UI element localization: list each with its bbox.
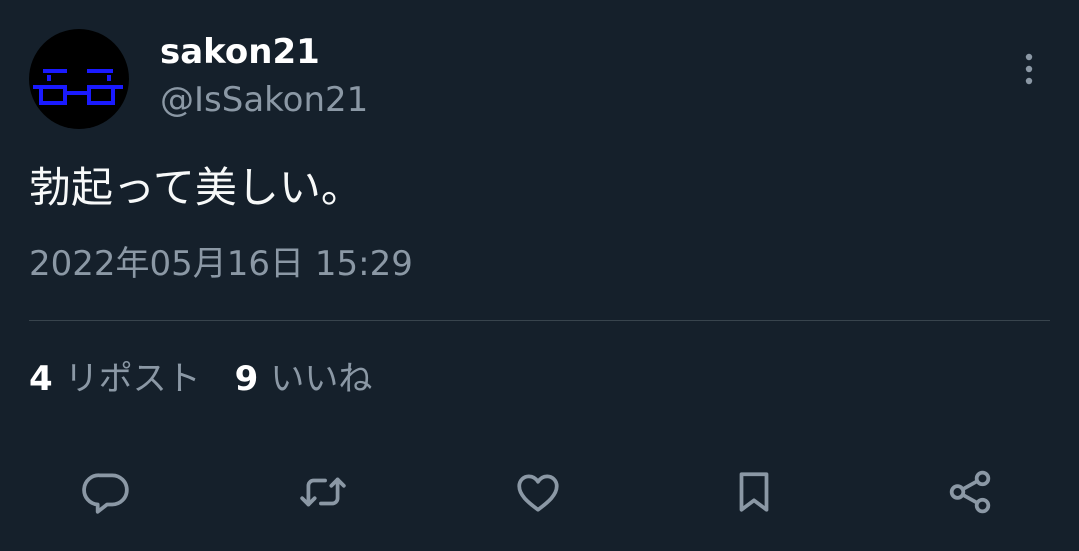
bookmark-icon [739, 472, 769, 512]
more-vertical-icon[interactable] [1012, 50, 1046, 90]
share-button[interactable] [943, 465, 997, 519]
like-button[interactable] [511, 465, 565, 519]
reposts-stat[interactable]: 4 リポスト [29, 355, 201, 403]
repost-icon [300, 477, 346, 507]
reposts-count: 4 [29, 359, 53, 399]
engagement-stats: 4 リポスト 9 いいね [29, 355, 372, 403]
glasses-avatar-icon [33, 69, 123, 105]
likes-stat[interactable]: 9 いいね [235, 355, 373, 403]
tweet-text: 勃起って美しい。 [29, 163, 363, 212]
likes-label: いいね [270, 359, 373, 399]
repost-button[interactable] [296, 465, 350, 519]
display-name[interactable]: sakon21 [160, 30, 320, 74]
tweet-timestamp[interactable]: 2022年05月16日 15:29 [29, 240, 413, 288]
divider [29, 320, 1050, 321]
reply-button[interactable] [79, 465, 133, 519]
share-icon [949, 470, 991, 514]
reposts-label: リポスト [64, 359, 201, 399]
avatar[interactable] [29, 29, 129, 129]
reply-icon [82, 473, 129, 514]
likes-count: 9 [234, 359, 259, 399]
bookmark-button[interactable] [727, 465, 781, 519]
user-handle[interactable]: @IsSakon21 [160, 78, 368, 122]
heart-icon [517, 474, 559, 512]
